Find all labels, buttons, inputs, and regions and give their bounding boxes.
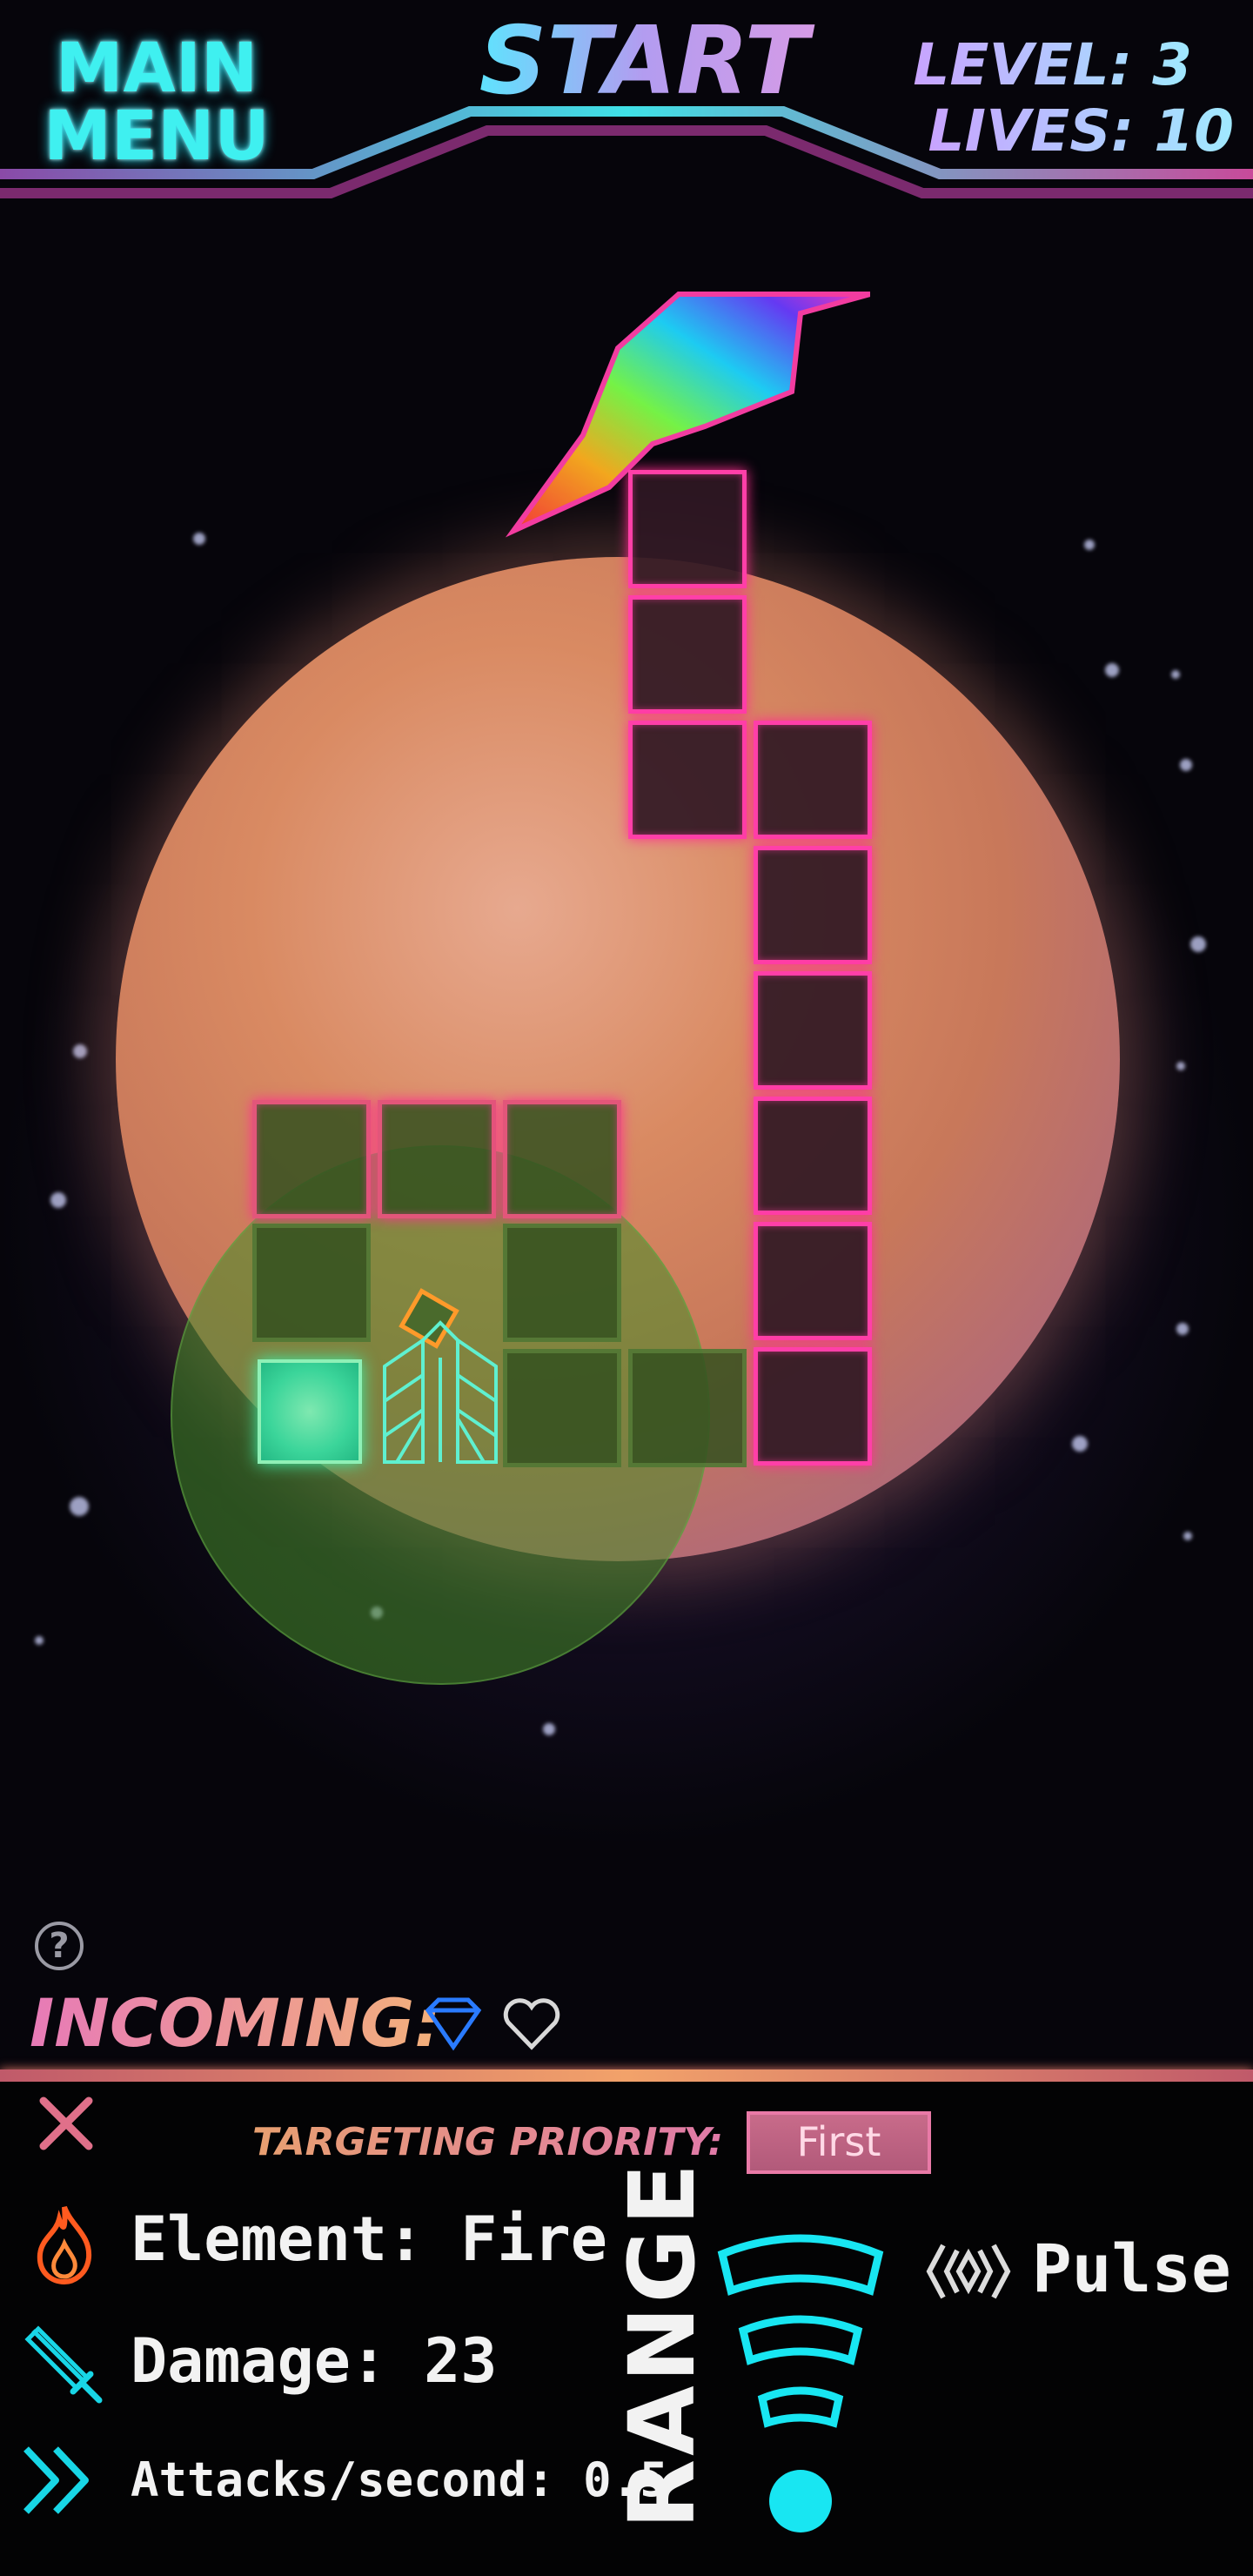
star [543,1723,555,1735]
star [1176,1323,1189,1335]
path-tile[interactable] [378,1100,496,1218]
star [1072,1436,1088,1452]
lives-indicator: LIVES: 10 [928,97,1234,164]
star [1190,936,1206,952]
start-button[interactable]: START [470,7,818,116]
star [50,1192,66,1208]
special-ability-label: Pulse [1032,2230,1231,2307]
star [1180,759,1192,771]
star [1084,540,1095,550]
level-indicator: LEVEL: 3 [913,31,1192,98]
fire-icon [37,2205,92,2285]
build-tile[interactable] [628,1349,747,1467]
path-tile[interactable] [754,1347,872,1466]
star [1105,663,1119,677]
help-icon[interactable]: ? [35,1922,84,1970]
build-tile[interactable] [503,1224,621,1342]
main-menu-line1: MAIN [55,30,258,108]
path-tile[interactable] [628,595,747,714]
star [193,533,205,545]
targeting-priority-button[interactable]: First [747,2111,931,2174]
path-tile[interactable] [503,1100,621,1218]
element-stat: Element: Fire [131,2204,607,2275]
attacks-stat: Attacks/second: 0.5 [131,2452,668,2507]
path-tile[interactable] [754,846,872,964]
path-tile[interactable] [754,1222,872,1340]
main-menu-button[interactable]: MAIN MENU [44,35,270,171]
spawn-portal [505,292,870,538]
selected-tower[interactable] [379,1288,501,1471]
sword-icon [24,2325,103,2404]
build-tile[interactable] [252,1224,371,1342]
targeting-priority-label: TARGETING PRIORITY: [252,2120,724,2164]
top-bar: MAIN MENU START LEVEL: 3 LIVES: 10 [0,0,1253,209]
tower-placeholder[interactable] [258,1359,362,1464]
path-tile[interactable] [628,721,747,839]
chevrons-icon [23,2446,89,2514]
build-tile[interactable] [503,1349,621,1467]
range-icon [717,2234,884,2532]
damage-stat: Damage: 23 [131,2325,498,2397]
main-menu-line2: MENU [44,97,270,176]
star [1183,1532,1192,1540]
star [1176,1062,1185,1070]
path-tile[interactable] [754,721,872,839]
path-tile[interactable] [754,1097,872,1215]
path-tile[interactable] [252,1100,371,1218]
star [70,1497,89,1516]
star [73,1044,87,1058]
close-icon[interactable] [31,2089,101,2158]
range-label: RANGE [609,2159,715,2529]
game-board[interactable] [0,0,1253,2071]
diamond-icon [425,1997,482,2051]
panel-divider [0,2070,1253,2082]
star [1171,670,1180,679]
heart-icon [503,1998,560,2050]
star [35,1636,44,1645]
pulse-icon [926,2244,1011,2299]
path-tile[interactable] [754,971,872,1090]
incoming-label: INCOMING: [30,1984,441,2062]
